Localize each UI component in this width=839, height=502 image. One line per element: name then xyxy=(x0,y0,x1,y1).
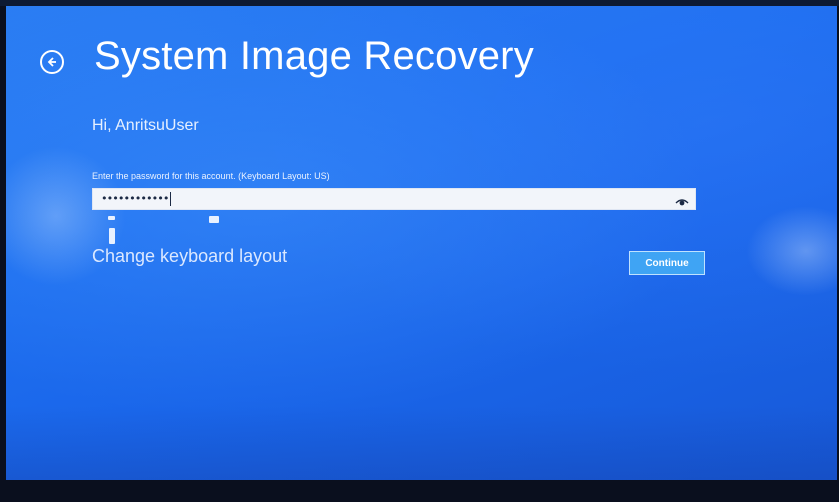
screen-glare-right xyxy=(746,206,837,296)
password-prompt-label: Enter the password for this account. (Ke… xyxy=(92,171,330,181)
back-button[interactable] xyxy=(40,50,64,74)
recovery-screen: System Image Recovery Hi, AnritsuUser En… xyxy=(6,6,837,480)
password-field[interactable]: •••••••••••• xyxy=(92,188,696,210)
continue-button[interactable]: Continue xyxy=(629,251,705,275)
page-title: System Image Recovery xyxy=(94,34,534,78)
screen-glare-bottom xyxy=(6,406,837,480)
back-arrow-icon xyxy=(46,56,58,68)
password-value: •••••••••••• xyxy=(101,192,169,205)
text-caret xyxy=(170,192,172,206)
eye-icon[interactable] xyxy=(675,194,689,206)
photo-frame: System Image Recovery Hi, AnritsuUser En… xyxy=(0,0,839,502)
user-greeting: Hi, AnritsuUser xyxy=(92,117,199,134)
change-keyboard-layout-link[interactable]: Change keyboard layout xyxy=(92,246,287,267)
